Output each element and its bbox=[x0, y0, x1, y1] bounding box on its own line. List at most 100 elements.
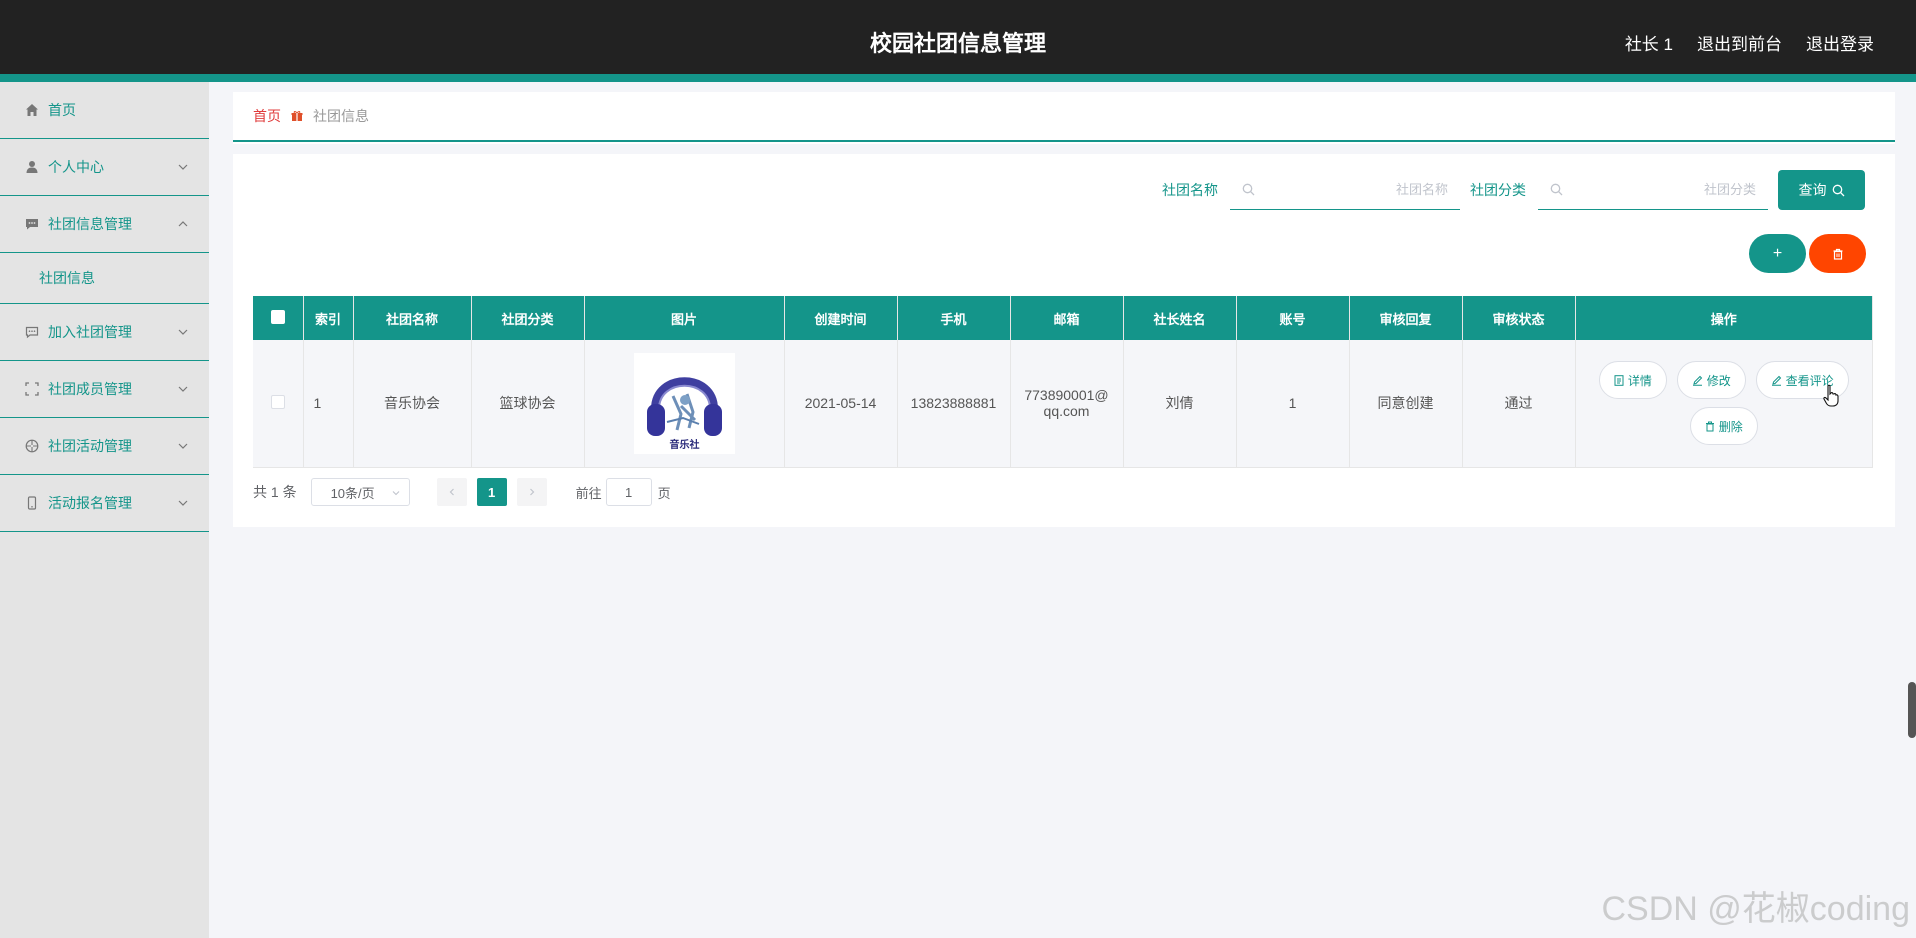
cell-email: 773890001@ qq.com bbox=[1010, 340, 1124, 468]
breadcrumb-home-link[interactable]: 首页 bbox=[253, 106, 281, 126]
sidebar-item-label: 社团活动管理 bbox=[48, 438, 132, 454]
sidebar-item-label: 加入社团管理 bbox=[48, 324, 132, 340]
sidebar-item-club-info-management[interactable]: 社团信息管理 bbox=[0, 196, 209, 253]
table-header-row: 索引 社团名称 社团分类 图片 创建时间 手机 邮箱 社长姓名 账号 审核回复 … bbox=[253, 296, 1873, 340]
club-image[interactable]: 音乐社 bbox=[633, 352, 735, 454]
watermark: CSDN @花椒coding bbox=[1601, 890, 1911, 928]
pagination-total: 共 1 条 bbox=[253, 484, 297, 500]
cell-club-category: 篮球协会 bbox=[471, 340, 585, 468]
next-page-button[interactable] bbox=[516, 478, 547, 506]
cell-review-status: 通过 bbox=[1462, 340, 1576, 468]
select-all-checkbox[interactable] bbox=[270, 309, 285, 324]
query-button[interactable]: 查询 bbox=[1778, 170, 1865, 210]
cell-index: 1 bbox=[303, 340, 354, 468]
user-icon bbox=[24, 159, 40, 175]
email-line: qq.com bbox=[1043, 403, 1090, 420]
sidebar-subitem-label: 社团信息 bbox=[39, 270, 95, 286]
search-icon bbox=[1242, 183, 1255, 196]
cell-phone: 13823888881 bbox=[897, 340, 1011, 468]
main-content: 首页 社团信息 社团名称 社团分类 查询 + 索引 bbox=[233, 92, 1895, 527]
add-button[interactable]: + bbox=[1749, 234, 1806, 273]
club-name-label: 社团名称 bbox=[1162, 182, 1218, 198]
user-name-link[interactable]: 社长 1 bbox=[1625, 30, 1673, 55]
column-header: 索引 bbox=[303, 296, 354, 340]
club-category-label: 社团分类 bbox=[1470, 182, 1526, 198]
chevron-down-icon bbox=[178, 500, 188, 506]
column-header: 社团分类 bbox=[471, 296, 585, 340]
mobile-icon bbox=[24, 495, 40, 511]
column-header: 账号 bbox=[1236, 296, 1350, 340]
aperture-icon bbox=[24, 438, 40, 454]
sidebar-item-label: 社团成员管理 bbox=[48, 381, 132, 397]
column-header: 审核回复 bbox=[1349, 296, 1463, 340]
goto-unit: 页 bbox=[657, 485, 671, 501]
header-accent-stripe bbox=[0, 74, 1916, 82]
search-bar: 社团名称 社团分类 查询 bbox=[1162, 170, 1865, 210]
chevron-left-icon bbox=[449, 488, 454, 496]
back-to-frontend-link[interactable]: 退出到前台 bbox=[1697, 30, 1782, 55]
detail-button-label: 详情 bbox=[1627, 373, 1652, 388]
prev-page-button[interactable] bbox=[436, 478, 467, 506]
page-number-button[interactable]: 1 bbox=[476, 478, 507, 506]
sidebar-item-label: 个人中心 bbox=[48, 159, 104, 175]
cell-created-date: 2021-05-14 bbox=[784, 340, 898, 468]
column-header: 审核状态 bbox=[1462, 296, 1576, 340]
sidebar-subitem-club-info[interactable]: 社团信息 bbox=[0, 253, 209, 304]
chevron-right-icon bbox=[529, 488, 534, 496]
delete-button[interactable]: 删除 bbox=[1689, 407, 1758, 446]
chevron-up-icon bbox=[178, 221, 188, 227]
cell-review-reply: 同意创建 bbox=[1349, 340, 1463, 468]
query-button-label: 查询 bbox=[1798, 182, 1827, 198]
edit-icon bbox=[1692, 375, 1702, 386]
sidebar-item-join-club-management[interactable]: 加入社团管理 bbox=[0, 304, 209, 361]
sidebar-item-personal-center[interactable]: 个人中心 bbox=[0, 139, 209, 196]
cell-club-name: 音乐协会 bbox=[353, 340, 472, 468]
page-size-select[interactable]: 10条/页 bbox=[310, 478, 410, 506]
edit-icon bbox=[1771, 375, 1781, 386]
row-checkbox[interactable] bbox=[270, 394, 285, 409]
club-name-field bbox=[1230, 170, 1460, 210]
edit-button-label: 修改 bbox=[1706, 373, 1731, 388]
club-category-input[interactable] bbox=[1563, 182, 1756, 197]
breadcrumb-current: 社团信息 bbox=[313, 108, 369, 124]
pagination: 共 1 条 10条/页 1 前往 页 bbox=[253, 478, 671, 506]
column-header: 操作 bbox=[1575, 296, 1873, 340]
chevron-down-icon bbox=[178, 164, 188, 170]
edit-button[interactable]: 修改 bbox=[1676, 361, 1746, 400]
sidebar: 首页 个人中心 社团信息管理 社团信息 加入社团管理 社团成员管理 社团活动管理… bbox=[0, 82, 209, 938]
document-icon bbox=[1614, 374, 1624, 386]
cell-image: 音乐社 bbox=[584, 340, 785, 468]
chevron-down-icon bbox=[178, 386, 188, 392]
gift-icon bbox=[291, 110, 303, 122]
sidebar-item-member-management[interactable]: 社团成员管理 bbox=[0, 361, 209, 418]
trash-icon bbox=[1705, 421, 1714, 432]
club-category-field bbox=[1538, 170, 1768, 210]
goto-label: 前往 bbox=[575, 485, 602, 501]
message-icon bbox=[24, 324, 40, 340]
chevron-down-icon bbox=[178, 329, 188, 335]
detail-button[interactable]: 详情 bbox=[1598, 361, 1667, 400]
scrollbar[interactable] bbox=[1908, 682, 1916, 738]
cell-leader-name: 刘倩 bbox=[1123, 340, 1237, 468]
add-button-label: + bbox=[1772, 244, 1783, 262]
sidebar-item-activity-signup-management[interactable]: 活动报名管理 bbox=[0, 475, 209, 532]
sidebar-item-activity-management[interactable]: 社团活动管理 bbox=[0, 418, 209, 475]
club-table: 索引 社团名称 社团分类 图片 创建时间 手机 邮箱 社长姓名 账号 审核回复 … bbox=[253, 296, 1873, 468]
sidebar-item-home[interactable]: 首页 bbox=[0, 82, 209, 139]
sidebar-item-label: 社团信息管理 bbox=[48, 216, 132, 232]
breadcrumb: 首页 社团信息 bbox=[233, 92, 1895, 142]
select-all-cell bbox=[253, 296, 304, 340]
hand-cursor-icon bbox=[1823, 384, 1839, 407]
batch-delete-button[interactable] bbox=[1809, 234, 1866, 273]
table-row: 1 音乐协会 篮球协会 音乐社 2021-05-14 13823888881 7… bbox=[253, 340, 1873, 468]
trash-icon bbox=[1833, 248, 1842, 260]
chevron-down-icon bbox=[392, 491, 399, 496]
delete-button-label: 删除 bbox=[1718, 419, 1743, 434]
email-line: 773890001@ bbox=[1024, 387, 1109, 404]
sidebar-item-label: 首页 bbox=[48, 102, 76, 118]
column-header: 社团名称 bbox=[353, 296, 472, 340]
column-header: 图片 bbox=[584, 296, 785, 340]
logout-link[interactable]: 退出登录 bbox=[1806, 30, 1874, 55]
goto-page-input[interactable] bbox=[605, 478, 652, 506]
club-name-input[interactable] bbox=[1255, 182, 1448, 197]
